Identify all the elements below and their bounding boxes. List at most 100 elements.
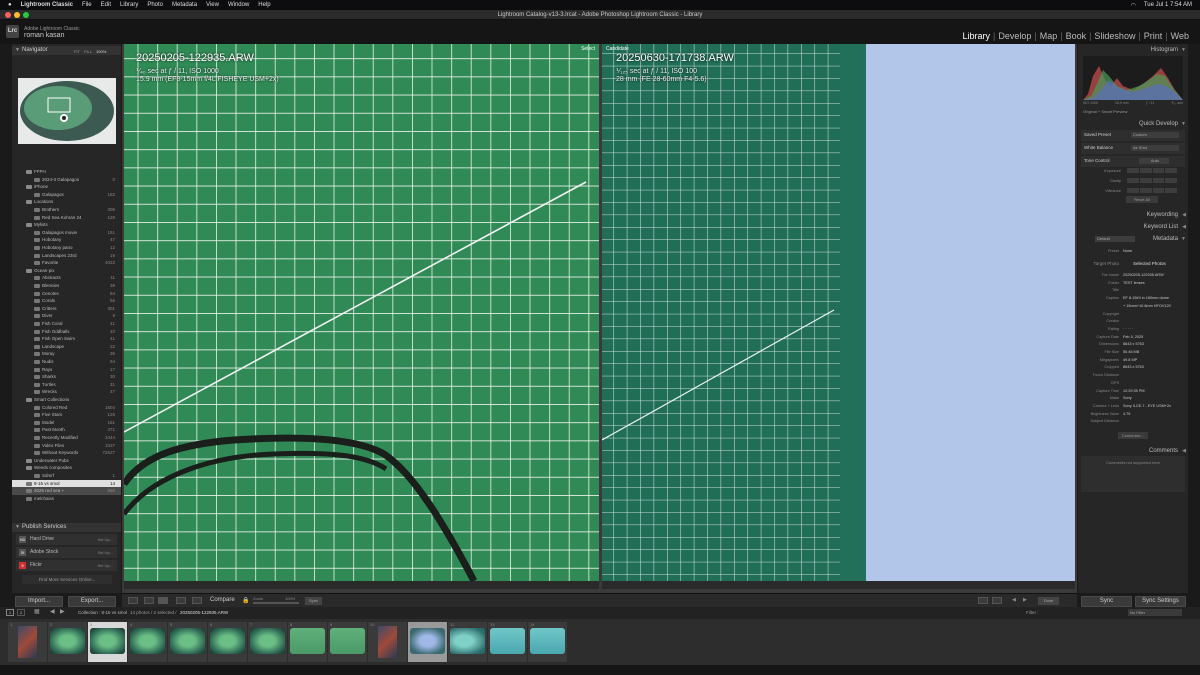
filmstrip-thumb[interactable]: 13: [488, 622, 527, 662]
menu-metadata[interactable]: Metadata: [172, 2, 197, 8]
wifi-icon[interactable]: ◠: [1131, 2, 1136, 9]
filmstrip-source[interactable]: Collection : 8-15 vs smol: [78, 610, 127, 615]
filmstrip-thumb[interactable]: 11: [408, 622, 447, 662]
menu-window[interactable]: Window: [228, 2, 249, 8]
menu-file[interactable]: File: [82, 2, 92, 8]
zoom-100[interactable]: 100%: [96, 49, 106, 54]
next-arrow-icon[interactable]: ▶: [1023, 597, 1031, 604]
filmstrip-thumb[interactable]: 12: [448, 622, 487, 662]
app-menu[interactable]: Lightroom Classic: [21, 2, 73, 8]
metadata-field[interactable]: GPS: [1081, 381, 1185, 389]
metadata-field[interactable]: Brightness Value 4.75: [1081, 412, 1185, 420]
metadata-preset-select[interactable]: None: [1123, 249, 1132, 253]
page-2-tab[interactable]: 2: [17, 609, 25, 616]
metadata-field[interactable]: Folder TEST lenses: [1081, 281, 1185, 289]
lock-icon[interactable]: 🔒: [242, 597, 249, 604]
module-library[interactable]: Library: [959, 31, 993, 41]
module-develop[interactable]: Develop: [995, 31, 1034, 41]
prev-arrow-icon[interactable]: ◀: [1012, 597, 1020, 604]
clock[interactable]: Tue Jul 1 7:54 AM: [1144, 2, 1192, 9]
zoom-fill[interactable]: FILL: [84, 49, 92, 54]
module-book[interactable]: Book: [1063, 31, 1090, 41]
metadata-field[interactable]: Capture Date Feb 5, 2025: [1081, 335, 1185, 343]
grid-small-icon[interactable]: ▦: [34, 608, 40, 615]
metadata-field[interactable]: Camera + Lens Sony ILCE-7...EYE USM+2x: [1081, 404, 1185, 412]
candidate-image-pane[interactable]: 20250630-171738.ARW ⅟₁₂₅ sec at ƒ / 11, …: [602, 44, 1075, 581]
filmstrip-thumb[interactable]: 10: [368, 622, 407, 662]
module-map[interactable]: Map: [1037, 31, 1061, 41]
metadata-field[interactable]: + 15mm+10.6mm HFOV120: [1081, 304, 1185, 312]
metadata-field[interactable]: Caption EF 8-15f/4 in 180mm dome: [1081, 296, 1185, 304]
zoom-window-icon[interactable]: [23, 12, 29, 18]
filmstrip-thumb[interactable]: 6: [208, 622, 247, 662]
metadata-field[interactable]: Make Sony: [1081, 396, 1185, 404]
module-print[interactable]: Print: [1141, 31, 1166, 41]
grid-view-icon[interactable]: [128, 597, 138, 604]
import-button[interactable]: Import...: [15, 596, 63, 607]
find-more-services-button[interactable]: Find More Services Online...: [22, 575, 112, 584]
collection-item[interactable]: melchaiss: [12, 495, 121, 503]
setup-link[interactable]: Set Up...: [97, 560, 113, 571]
close-window-icon[interactable]: [5, 12, 11, 18]
metadata-field[interactable]: Focus Distance: [1081, 373, 1185, 381]
metadata-field[interactable]: File Name 20250205-122935.ARW: [1081, 273, 1185, 281]
survey-view-icon[interactable]: [176, 597, 186, 604]
filmstrip-thumb[interactable]: 8: [288, 622, 327, 662]
setup-link[interactable]: Set Up...: [97, 534, 113, 545]
keywording-header[interactable]: Keywording: [1078, 210, 1188, 220]
page-1-tab[interactable]: 1: [6, 609, 14, 616]
auto-tone-button[interactable]: Auto: [1139, 158, 1169, 164]
loupe-view-icon[interactable]: [144, 597, 154, 604]
sync-settings-button[interactable]: Sync Settings: [1135, 596, 1186, 607]
setup-link[interactable]: Set Up...: [97, 547, 113, 558]
comments-header[interactable]: Comments: [1078, 446, 1188, 456]
publish-flickr[interactable]: fl Flickr Set Up...: [16, 560, 117, 571]
compare-view-icon[interactable]: [158, 597, 168, 604]
reset-all-button[interactable]: Reset All: [1126, 196, 1158, 203]
swap-icon[interactable]: [978, 597, 988, 604]
bottom-panel-grip[interactable]: [0, 665, 1200, 675]
filmstrip-thumb[interactable]: 3: [88, 622, 127, 662]
customize-button[interactable]: Customize...: [1118, 432, 1148, 439]
filmstrip-thumb[interactable]: 5: [168, 622, 207, 662]
metadata-field[interactable]: Copyright: [1081, 312, 1185, 320]
done-button[interactable]: Done: [1038, 597, 1059, 605]
metadata-field[interactable]: Capture Time 12:29:35 PM: [1081, 389, 1185, 397]
menu-photo[interactable]: Photo: [147, 2, 163, 8]
menu-library[interactable]: Library: [120, 2, 138, 8]
filmstrip-thumb[interactable]: 7: [248, 622, 287, 662]
saved-preset-select[interactable]: Custom: [1131, 132, 1179, 138]
forward-arrow-icon[interactable]: ▶: [60, 608, 65, 615]
metadata-default-select[interactable]: Default: [1081, 234, 1185, 243]
module-slideshow[interactable]: Slideshow: [1091, 31, 1138, 41]
histogram-header[interactable]: Histogram: [1078, 45, 1188, 55]
minimize-window-icon[interactable]: [14, 12, 20, 18]
zoom-slider[interactable]: [253, 602, 299, 604]
filmstrip-thumb[interactable]: 4: [128, 622, 167, 662]
quick-develop-header[interactable]: Quick Develop: [1078, 119, 1188, 129]
select-image-pane[interactable]: 20250205-122935.ARW ⅟₄₀ sec at ƒ / 11, I…: [124, 44, 599, 581]
sync-button[interactable]: Sync: [1081, 596, 1132, 607]
publish-hard-drive[interactable]: HD Hard Drive Set Up...: [16, 534, 117, 545]
filmstrip-thumb[interactable]: 14: [528, 622, 567, 662]
keyword-list-header[interactable]: Keyword List: [1078, 222, 1188, 232]
target-photo-value[interactable]: Selected Photos: [1133, 261, 1166, 266]
filmstrip-thumb[interactable]: 9: [328, 622, 367, 662]
people-view-icon[interactable]: [192, 597, 202, 604]
menu-help[interactable]: Help: [258, 2, 270, 8]
filmstrip-thumb[interactable]: 1: [8, 622, 47, 662]
module-web[interactable]: Web: [1168, 31, 1192, 41]
menu-edit[interactable]: Edit: [101, 2, 111, 8]
metadata-field[interactable]: Dimensions 8643 x 5763: [1081, 342, 1185, 350]
metadata-field[interactable]: Rating · · · · ·: [1081, 327, 1185, 335]
filter-select[interactable]: No Filter: [1128, 609, 1182, 616]
navigator-preview[interactable]: [18, 78, 116, 144]
publish-services-header[interactable]: Publish Services: [12, 523, 121, 532]
metadata-field[interactable]: Subject Distance: [1081, 419, 1185, 427]
metadata-field[interactable]: Title: [1081, 288, 1185, 296]
filmstrip-thumb[interactable]: 2: [48, 622, 87, 662]
publish-adobe-stock[interactable]: St Adobe Stock Set Up...: [16, 547, 117, 558]
metadata-field[interactable]: Cropped 8643 x 5763: [1081, 365, 1185, 373]
metadata-field[interactable]: Creator: [1081, 319, 1185, 327]
back-arrow-icon[interactable]: ◀: [50, 608, 55, 615]
